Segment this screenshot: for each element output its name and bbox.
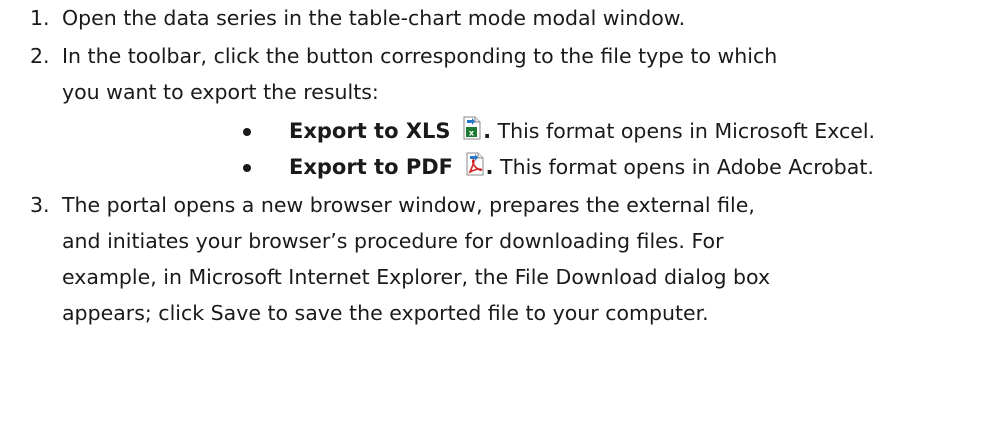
export-pdf-item: Export to PDF . This format opens in Ado… xyxy=(0,149,985,185)
bullet-content: Export to XLS x . This format opens in M… xyxy=(289,113,875,149)
step-line: The portal opens a new browser window, p… xyxy=(62,193,755,217)
instruction-document: 1. Open the data series in the table-cha… xyxy=(0,0,985,424)
bullet-dot xyxy=(243,128,251,136)
step-number: 1. xyxy=(30,6,50,30)
export-xls-description: This format opens in Microsoft Excel. xyxy=(491,119,876,143)
excel-export-icon: x xyxy=(461,115,483,140)
step-line: appears; click Save to save the exported… xyxy=(62,301,709,325)
step-text: The portal opens a new browser window, p… xyxy=(62,187,982,331)
step-line: example, in Microsoft Internet Explorer,… xyxy=(62,265,771,289)
bullet-content: Export to PDF . This format opens in Ado… xyxy=(289,149,874,185)
step-line: In the toolbar, click the button corresp… xyxy=(62,44,778,68)
export-pdf-period: . xyxy=(485,155,494,179)
step-line: Open the data series in the table-chart … xyxy=(62,6,686,30)
bullet-dot xyxy=(243,164,251,172)
svg-text:x: x xyxy=(469,129,475,138)
export-xls-label: Export to XLS xyxy=(289,119,451,143)
step-text: Open the data series in the table-chart … xyxy=(62,0,982,36)
step-number: 2. xyxy=(30,44,50,68)
step-line: you want to export the results: xyxy=(62,80,379,104)
step-line: and initiates your browser’s procedure f… xyxy=(62,229,724,253)
export-pdf-description: This format opens in Adobe Acrobat. xyxy=(493,155,874,179)
step-text: In the toolbar, click the button corresp… xyxy=(62,38,982,110)
export-xls-item: Export to XLS x . This format opens in M… xyxy=(0,113,985,149)
export-xls-period: . xyxy=(483,119,492,143)
pdf-export-icon xyxy=(464,151,486,176)
step-number: 3. xyxy=(30,193,50,217)
export-pdf-label: Export to PDF xyxy=(289,155,454,179)
